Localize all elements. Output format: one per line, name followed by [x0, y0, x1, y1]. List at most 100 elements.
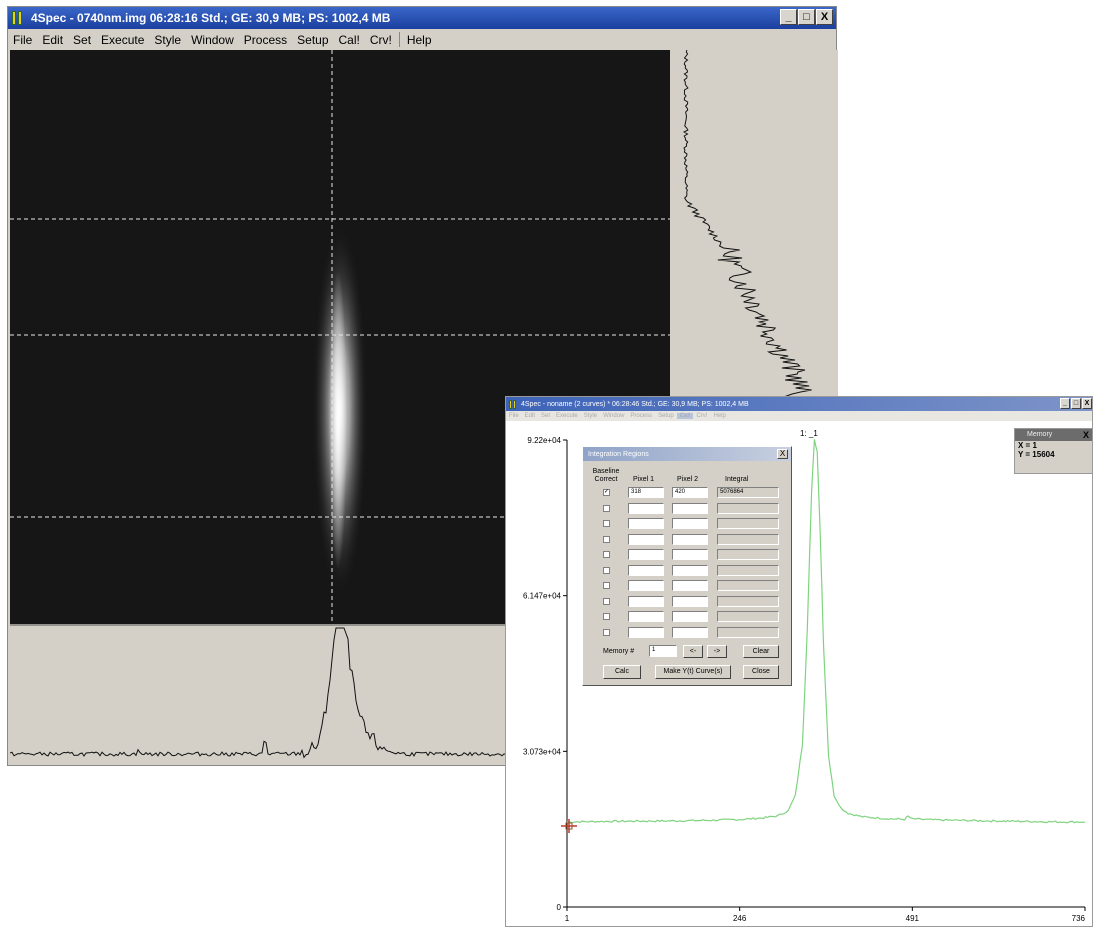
- memory-number-label: Memory #: [603, 648, 635, 655]
- pixel-1-input[interactable]: [628, 580, 664, 591]
- baseline-checkbox[interactable]: [603, 504, 610, 512]
- baseline-checkbox[interactable]: [603, 613, 610, 620]
- integral-output: [717, 549, 779, 560]
- pixel-2-input[interactable]: 420: [672, 487, 708, 498]
- dialog-title-bar[interactable]: Integration Regions: [583, 447, 791, 461]
- pixel-1-input[interactable]: [628, 611, 664, 622]
- main-window-title: 4Spec - 0740nm.img 06:28:16 Std.; GE: 30…: [31, 11, 391, 25]
- x-tick-label: 1: [565, 914, 570, 923]
- baseline-checkbox[interactable]: [603, 520, 610, 527]
- header-pixel-1: Pixel 1: [633, 476, 655, 483]
- baseline-checkbox[interactable]: [603, 566, 610, 574]
- header-integral: Integral: [725, 476, 749, 483]
- integral-output: [717, 611, 779, 622]
- dialog-title: Integration Regions: [588, 450, 649, 458]
- pixel-2-input[interactable]: [672, 595, 708, 607]
- next-memory-button[interactable]: ->: [707, 645, 727, 658]
- menu-edit[interactable]: Edit: [37, 33, 68, 47]
- prev-memory-button[interactable]: <-: [683, 645, 703, 658]
- pixel-2-input[interactable]: [672, 502, 708, 514]
- menu-setup[interactable]: Setup: [292, 33, 333, 47]
- integral-output: [717, 580, 779, 591]
- plot-title-bar[interactable]: 4Spec - noname (2 curves) * 06:28:46 Std…: [506, 397, 1092, 411]
- pixel-1-input[interactable]: [628, 533, 664, 545]
- pixel-1-input[interactable]: [628, 626, 664, 638]
- menu-set[interactable]: Set: [68, 33, 96, 47]
- calc-button[interactable]: Calc: [603, 665, 641, 679]
- pixel-2-input[interactable]: [672, 518, 708, 529]
- baseline-checkbox[interactable]: [603, 535, 610, 543]
- pixel-2-input[interactable]: [672, 564, 708, 576]
- make-curve-button[interactable]: Make Y(t) Curve(s): [655, 665, 731, 679]
- maximize-button[interactable]: □: [798, 9, 815, 25]
- plot-menu-style[interactable]: Style: [581, 413, 600, 419]
- plot-menu-edit[interactable]: Edit: [522, 413, 538, 419]
- baseline-checkbox[interactable]: [603, 582, 610, 589]
- header-baseline-correct: Baseline Correct: [592, 468, 620, 483]
- memory-title-bar[interactable]: Memory X: [1015, 429, 1092, 441]
- x-tick-label: 491: [906, 914, 920, 923]
- menu-help[interactable]: Help: [402, 33, 437, 47]
- baseline-checkbox[interactable]: [603, 551, 610, 558]
- pixel-1-input[interactable]: [628, 595, 664, 607]
- plot-menu-execute[interactable]: Execute: [553, 413, 581, 419]
- main-title-bar[interactable]: 4Spec - 0740nm.img 06:28:16 Std.; GE: 30…: [8, 7, 836, 29]
- close-dialog-button[interactable]: Close: [743, 665, 779, 679]
- plot-menu-process[interactable]: Process: [627, 413, 655, 419]
- x-tick-label: 246: [733, 914, 747, 923]
- plot-menu-set[interactable]: Set: [538, 413, 553, 419]
- close-button[interactable]: X: [816, 9, 833, 25]
- pixel-1-input[interactable]: [628, 549, 664, 560]
- plot-window-title: 4Spec - noname (2 curves) * 06:28:46 Std…: [521, 400, 749, 408]
- integration-regions-dialog: Integration Regions X Baseline Correct P…: [582, 446, 792, 686]
- header-pixel-2: Pixel 2: [677, 476, 699, 483]
- y-tick-label: 0: [557, 903, 562, 912]
- pixel-2-input[interactable]: [672, 533, 708, 545]
- pixel-2-input[interactable]: [672, 549, 708, 560]
- pixel-1-input[interactable]: 318: [628, 487, 664, 498]
- curve-label: 1: _1: [800, 429, 818, 438]
- memory-x-readout: X = 1: [1018, 441, 1037, 450]
- clear-button[interactable]: Clear: [743, 645, 779, 658]
- plot-menu-window[interactable]: Window: [600, 413, 627, 419]
- baseline-checkbox[interactable]: [603, 597, 610, 605]
- y-tick-label: 6.147e+04: [523, 592, 562, 601]
- plot-menu-file[interactable]: File: [506, 413, 522, 419]
- pixel-2-input[interactable]: [672, 611, 708, 622]
- baseline-checkbox[interactable]: [603, 628, 610, 636]
- app-icon: [12, 11, 26, 25]
- pixel-2-input[interactable]: [672, 580, 708, 591]
- integral-output: [717, 533, 779, 545]
- memory-close-button[interactable]: X: [1083, 429, 1089, 441]
- plot-menu-help[interactable]: Help: [710, 413, 728, 419]
- menu-cal[interactable]: Cal!: [334, 33, 365, 47]
- x-tick-label: 736: [1072, 914, 1086, 923]
- menu-style[interactable]: Style: [149, 33, 186, 47]
- main-menu-bar: File Edit Set Execute Style Window Proce…: [8, 29, 836, 50]
- dialog-close-icon[interactable]: X: [777, 449, 788, 459]
- plot-menu-cal[interactable]: Cal!: [676, 413, 694, 419]
- plot-maximize-button[interactable]: □: [1071, 398, 1081, 409]
- pixel-1-input[interactable]: [628, 564, 664, 576]
- menu-file[interactable]: File: [8, 33, 37, 47]
- integral-output: 5076864: [717, 487, 779, 498]
- cursor-marker[interactable]: [561, 819, 577, 833]
- y-tick-label: 3.073e+04: [523, 747, 562, 756]
- pixel-1-input[interactable]: [628, 518, 664, 529]
- baseline-checkbox[interactable]: ✓: [603, 489, 610, 496]
- menu-separator: [398, 32, 400, 47]
- menu-execute[interactable]: Execute: [96, 33, 149, 47]
- menu-window[interactable]: Window: [186, 33, 239, 47]
- integral-output: [717, 518, 779, 529]
- memory-number-input[interactable]: 1: [649, 645, 677, 657]
- plot-close-button[interactable]: X: [1082, 398, 1092, 409]
- plot-menu-crv[interactable]: Crv!: [693, 413, 710, 419]
- plot-minimize-button[interactable]: _: [1060, 398, 1070, 409]
- pixel-2-input[interactable]: [672, 626, 708, 638]
- menu-process[interactable]: Process: [239, 33, 292, 47]
- integral-output: [717, 595, 779, 607]
- minimize-button[interactable]: _: [780, 9, 797, 25]
- plot-menu-setup[interactable]: Setup: [655, 413, 677, 419]
- pixel-1-input[interactable]: [628, 502, 664, 514]
- menu-crv[interactable]: Crv!: [365, 33, 397, 47]
